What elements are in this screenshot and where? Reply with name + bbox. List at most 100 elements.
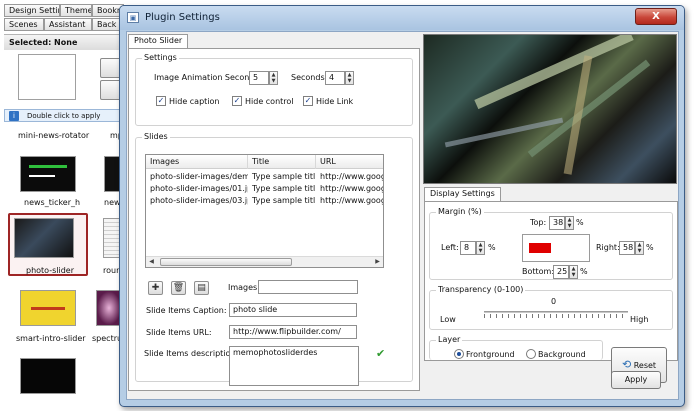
- hide-caption-label: Hide caption: [169, 97, 220, 106]
- left-stepper[interactable]: ▲ ▼: [476, 241, 485, 255]
- close-button[interactable]: X: [635, 8, 677, 25]
- transparency-low-label: Low: [440, 315, 456, 324]
- slider-ticks: [484, 314, 628, 318]
- row-url: http://www.google...: [320, 196, 384, 205]
- scroll-left-icon[interactable]: ◀: [146, 257, 157, 267]
- apply-button[interactable]: Apply: [611, 371, 661, 389]
- margin-group: Margin (%) Top: 38 ▲ ▼ % Left: 8 ▲ ▼ % Rig…: [429, 207, 673, 280]
- confirm-check-icon[interactable]: ✔: [376, 347, 385, 360]
- left-input[interactable]: 8: [460, 241, 476, 255]
- hide-caption-checkbox[interactable]: ✓: [156, 96, 166, 106]
- bottom-input[interactable]: 25: [553, 265, 569, 279]
- margin-group-title: Margin (%): [436, 207, 484, 216]
- table-row[interactable]: photo-slider-images/03.jpg Type sample t…: [146, 195, 384, 207]
- settings-group: Settings Image Animation Seconds: 5 ▲ ▼ S…: [135, 53, 413, 126]
- plugin-settings-dialog: ▣ Plugin Settings X Photo Slider Setting…: [119, 5, 685, 407]
- right-stepper[interactable]: ▲ ▼: [635, 241, 644, 255]
- transparency-high-label: High: [630, 315, 649, 324]
- dialog-title: Plugin Settings: [145, 12, 220, 23]
- tab-assistant[interactable]: Assistant: [44, 18, 92, 31]
- row-image: photo-slider-images/demo...: [150, 172, 248, 181]
- template-thumb-smart-intro[interactable]: [20, 290, 76, 326]
- template-thumb-news-ticker[interactable]: [20, 156, 76, 192]
- info-icon: i: [9, 111, 19, 121]
- right-label: Right:: [596, 243, 620, 252]
- url-input[interactable]: http://www.flipbuilder.com/: [229, 325, 357, 339]
- template-label[interactable]: smart-intro-slider: [16, 334, 86, 343]
- transparency-group-title: Transparency (0-100): [436, 285, 526, 294]
- tab-theme[interactable]: Theme: [60, 4, 92, 17]
- hint-text: Double click to apply: [27, 112, 101, 120]
- left-label: Left:: [441, 243, 459, 252]
- top-stepper[interactable]: ▲ ▼: [565, 216, 574, 230]
- table-row[interactable]: photo-slider-images/demo... Type sample …: [146, 171, 383, 183]
- right-input[interactable]: 58: [619, 241, 635, 255]
- settings-group-title: Settings: [142, 53, 179, 62]
- transparency-group: Transparency (0-100) 0 Low High: [429, 285, 673, 330]
- column-header-images[interactable]: Images: [146, 155, 248, 169]
- save-slide-button[interactable]: ▤: [194, 281, 209, 295]
- dialog-titlebar[interactable]: ▣ Plugin Settings X: [120, 6, 684, 30]
- template-label[interactable]: news_ticker_h: [24, 198, 80, 207]
- transparency-slider[interactable]: [484, 311, 628, 313]
- left-percent: %: [488, 243, 496, 252]
- caption-label: Slide Items Caption:: [146, 306, 227, 315]
- scroll-thumb[interactable]: [160, 258, 292, 266]
- tab-scenes[interactable]: Scenes: [4, 18, 44, 31]
- plugin-icon: ▣: [127, 12, 139, 23]
- frontground-radio[interactable]: [454, 349, 464, 359]
- scroll-right-icon[interactable]: ▶: [372, 257, 383, 267]
- display-settings-panel: Margin (%) Top: 38 ▲ ▼ % Left: 8 ▲ ▼ % Rig…: [424, 201, 678, 383]
- row-title: Type sample titl...: [252, 172, 316, 181]
- bottom-percent: %: [580, 267, 588, 276]
- slides-group: Slides Images Title URL photo-slider-ima…: [135, 132, 413, 386]
- anim-seconds-input[interactable]: 5: [249, 71, 269, 85]
- tab-photo-slider[interactable]: Photo Slider: [128, 34, 189, 49]
- top-label: Top:: [530, 218, 547, 227]
- template-label[interactable]: photo-slider: [26, 266, 74, 275]
- bottom-label: Bottom:: [522, 267, 555, 276]
- images-input[interactable]: [258, 280, 358, 294]
- hide-control-checkbox[interactable]: ✓: [232, 96, 242, 106]
- reset-icon: ⟲: [621, 358, 632, 371]
- column-header-url[interactable]: URL: [316, 155, 383, 169]
- selected-preview: [18, 54, 76, 100]
- description-label: Slide Items description:: [144, 349, 239, 358]
- photo-preview: [423, 34, 677, 184]
- slides-grid[interactable]: Images Title URL photo-slider-images/dem…: [145, 154, 384, 268]
- margin-preview-frame: [522, 234, 590, 262]
- transparency-value: 0: [551, 297, 557, 306]
- row-url: http://www.google...: [320, 184, 384, 193]
- top-input[interactable]: 38: [549, 216, 565, 230]
- background-radio[interactable]: [526, 349, 536, 359]
- background-label: Background: [538, 350, 586, 359]
- grid-header: Images Title URL: [146, 155, 383, 169]
- description-textarea[interactable]: memophotosliderdes: [229, 346, 359, 386]
- table-row[interactable]: photo-slider-images/01.jpg Type sample t…: [146, 183, 384, 195]
- images-label: Images:: [228, 283, 260, 292]
- anim-seconds-stepper[interactable]: ▲ ▼: [269, 71, 278, 85]
- tab-display-settings[interactable]: Display Settings: [424, 187, 501, 202]
- frontground-label: Frontground: [466, 350, 515, 359]
- margin-preview-box: [529, 243, 551, 253]
- template-thumb-dark[interactable]: [20, 358, 76, 394]
- template-thumb-photo-slider[interactable]: [14, 218, 74, 258]
- delete-slide-button[interactable]: 🗑: [171, 281, 186, 295]
- bottom-stepper[interactable]: ▲ ▼: [569, 265, 578, 279]
- row-image: photo-slider-images/01.jpg: [150, 184, 248, 193]
- template-thumb-news[interactable]: [104, 156, 120, 192]
- column-header-title[interactable]: Title: [248, 155, 316, 169]
- anim-seconds-label: Image Animation Seconds:: [154, 73, 262, 82]
- seconds-stepper[interactable]: ▲ ▼: [345, 71, 354, 85]
- hide-link-checkbox[interactable]: ✓: [303, 96, 313, 106]
- grid-hscrollbar[interactable]: ◀ ▶: [146, 256, 383, 267]
- reset-label: Reset: [633, 361, 657, 370]
- tab-design-setting[interactable]: Design Setting: [4, 4, 60, 17]
- add-slide-button[interactable]: ✚: [148, 281, 163, 295]
- seconds-input[interactable]: 4: [325, 71, 345, 85]
- right-percent: %: [646, 243, 654, 252]
- dialog-client-area: Photo Slider Settings Image Animation Se…: [126, 31, 679, 400]
- template-label[interactable]: mini-news-rotator: [18, 131, 89, 140]
- row-image: photo-slider-images/03.jpg: [150, 196, 248, 205]
- caption-input[interactable]: photo slide: [229, 303, 357, 317]
